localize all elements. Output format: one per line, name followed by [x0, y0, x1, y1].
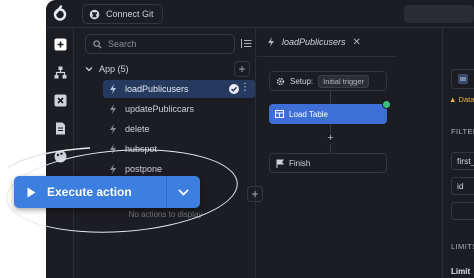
query-item-label: delete [125, 124, 150, 134]
add-query-button[interactable]: + [234, 61, 250, 77]
bolt-icon [110, 84, 116, 94]
check-circle-icon [229, 84, 239, 94]
limits-order-heading: LIMITS & ORDER [451, 242, 474, 251]
right-panel-header [442, 28, 474, 57]
plus-square-icon[interactable] [54, 38, 67, 51]
tab-label: loadPublicusers [282, 37, 346, 47]
query-config-panel: cars ▲ Data source's v FILTERS first_nam… [442, 57, 474, 278]
execute-options-dropdown[interactable] [167, 176, 200, 208]
setup-label: Setup: [290, 76, 314, 86]
execute-action-button[interactable]: Execute action [14, 176, 166, 208]
datasource-icon [458, 74, 468, 84]
github-icon [89, 9, 100, 19]
load-table-label: Load Table [289, 109, 328, 119]
query-tab[interactable]: loadPublicusers ✕ [257, 28, 407, 56]
bolt-icon [110, 104, 116, 114]
filters-heading: FILTERS [451, 127, 474, 136]
query-item-label: updatePubliccars [125, 104, 195, 114]
table-icon [275, 110, 284, 118]
filter-field[interactable]: first_name [451, 152, 474, 170]
top-bar: Connect Git [46, 0, 474, 28]
bolt-icon [110, 124, 116, 134]
query-item[interactable]: delete [103, 120, 255, 138]
warning-icon: ▲ [449, 95, 457, 104]
filter-field[interactable] [451, 202, 474, 220]
trigger-badge: Initial trigger [318, 74, 369, 88]
more-options-icon[interactable]: ⋮ [240, 82, 250, 93]
app-window: Connect Git Search App (5) + loadPublicu… [46, 0, 474, 278]
search-icon [93, 39, 102, 49]
flag-icon [276, 159, 284, 168]
bolt-icon [268, 37, 274, 47]
search-input[interactable]: Search [85, 34, 235, 54]
topbar-controls[interactable] [404, 5, 474, 23]
sitemap-icon[interactable] [54, 66, 67, 79]
finish-label: Finish [289, 158, 311, 168]
load-table-node[interactable]: Load Table [269, 100, 391, 124]
flow-connector [330, 91, 331, 104]
filter-field[interactable]: id [451, 177, 474, 195]
query-item[interactable]: updatePubliccars [103, 100, 255, 118]
close-icon[interactable]: ✕ [353, 37, 361, 48]
success-check-icon [382, 100, 391, 109]
query-item-label: loadPublicusers [125, 84, 189, 94]
finish-node[interactable]: Finish [269, 153, 387, 173]
warning-text: Data source's v [458, 95, 474, 104]
left-rail [46, 28, 74, 278]
datasource-select[interactable]: cars [451, 69, 474, 89]
collapse-panel-icon[interactable] [241, 38, 252, 49]
connect-git-button[interactable]: Connect Git [82, 4, 163, 24]
action-flow-canvas: Setup: Initial trigger Load Table + Fini… [257, 57, 397, 278]
app-logo-icon [53, 5, 67, 21]
chevron-down-icon [85, 67, 93, 72]
execute-action-label: Execute action [47, 185, 132, 199]
datasource-warning: ▲ Data source's v [449, 95, 474, 104]
setup-node[interactable]: Setup: Initial trigger [269, 71, 387, 91]
query-item[interactable]: loadPublicusers ⋮ [103, 80, 255, 98]
connect-git-label: Connect Git [106, 9, 154, 19]
chevron-down-icon [178, 188, 189, 196]
document-icon[interactable] [54, 122, 67, 135]
limit-label: Limit [451, 267, 471, 276]
execute-action-split-button: Execute action [14, 176, 200, 208]
play-icon [27, 187, 36, 197]
add-step-icon[interactable]: + [325, 133, 336, 144]
app-group-header[interactable]: App (5) + [85, 61, 250, 77]
app-group-label: App (5) [99, 64, 129, 74]
x-square-icon[interactable] [54, 94, 67, 107]
gear-icon [276, 77, 285, 85]
search-placeholder: Search [108, 39, 137, 49]
